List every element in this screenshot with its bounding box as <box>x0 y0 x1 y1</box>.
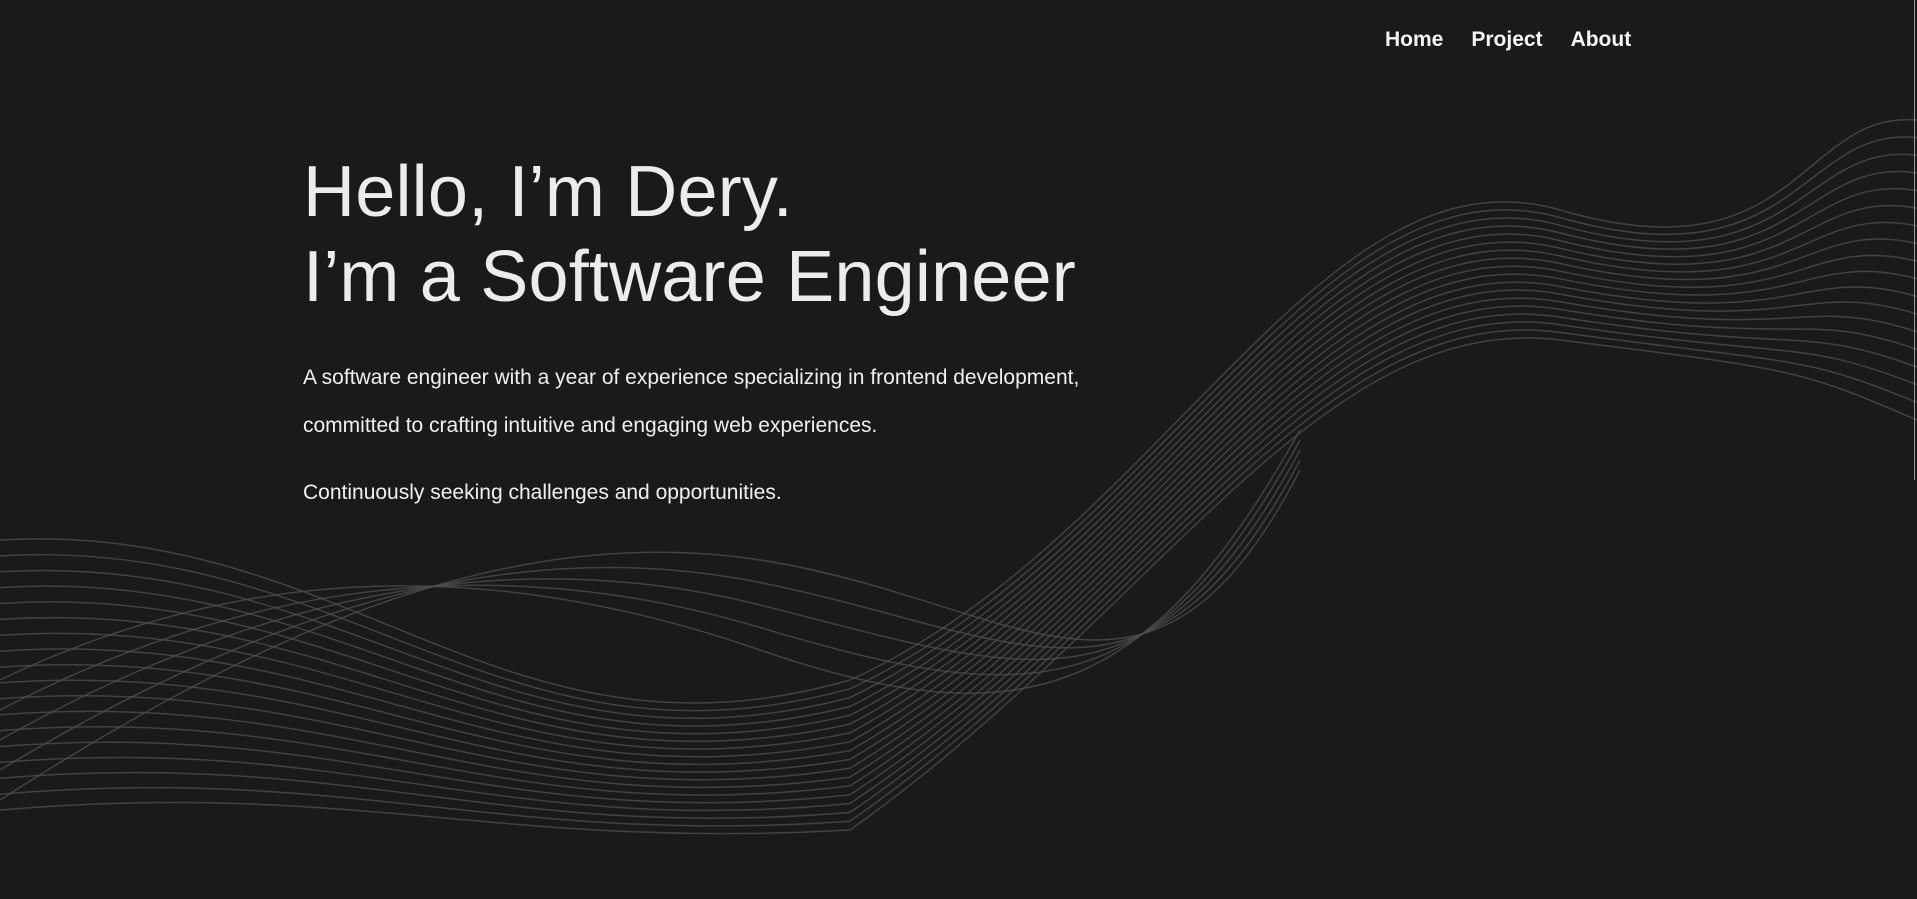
top-navigation: Home Project About <box>1385 27 1631 53</box>
hero-heading-line-2: I’m a Software Engineer <box>303 237 1076 317</box>
nav-project-link[interactable]: Project <box>1471 27 1542 53</box>
hero-heading: Hello, I’m Dery. I’m a Software Engineer <box>303 150 1163 320</box>
nav-about-link[interactable]: About <box>1571 27 1632 53</box>
hero-tagline-text: Continuously seeking challenges and oppo… <box>303 481 782 504</box>
scrollbar-edge <box>1914 0 1915 480</box>
hero-heading-line-1: Hello, I’m Dery. <box>303 152 793 232</box>
hero-intro-text: A software engineer with a year of exper… <box>303 366 1080 437</box>
hero-section: Hello, I’m Dery. I’m a Software Engineer… <box>303 150 1163 508</box>
nav-home-link[interactable]: Home <box>1385 27 1443 53</box>
wave-line <box>0 469 1301 801</box>
